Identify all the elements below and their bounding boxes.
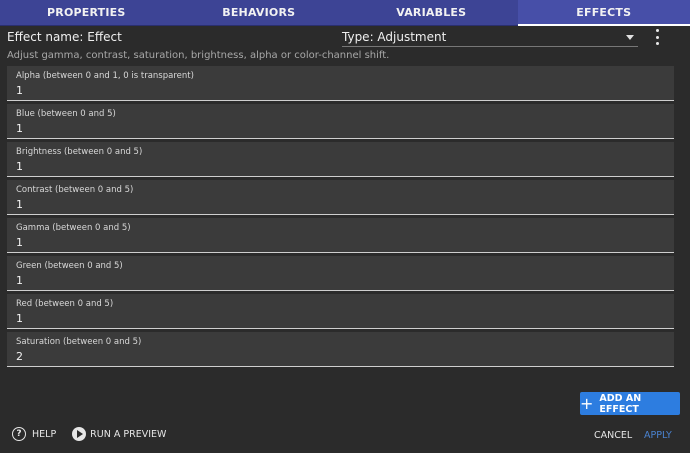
red-field[interactable]: Red (between 0 and 5) 1 [7,294,674,329]
field-value[interactable]: 2 [16,350,23,363]
help-circle-icon[interactable]: ? [12,427,26,441]
saturation-field[interactable]: Saturation (between 0 and 5) 2 [7,332,674,367]
tab-effects[interactable]: EFFECTS [517,0,690,26]
field-value[interactable]: 1 [16,198,23,211]
cancel-button[interactable]: CANCEL [594,430,632,441]
add-effect-label: ADD AN EFFECT [599,392,642,415]
help-button[interactable]: HELP [32,429,56,440]
run-preview-button[interactable]: RUN A PREVIEW [90,429,166,440]
chevron-down-icon [626,35,634,40]
tab-properties[interactable]: PROPERTIES [0,0,173,25]
effect-type-select[interactable]: Type: Adjustment [342,28,638,47]
field-label: Brightness (between 0 and 5) [16,147,143,157]
plus-icon: + [580,393,594,413]
field-label: Contrast (between 0 and 5) [16,185,134,195]
field-label: Gamma (between 0 and 5) [16,223,131,233]
tab-variables[interactable]: VARIABLES [345,0,518,25]
blue-field[interactable]: Blue (between 0 and 5) 1 [7,104,674,139]
footer-left: ? HELP RUN A PREVIEW [12,427,166,441]
field-label: Green (between 0 and 5) [16,261,123,271]
tab-behaviors[interactable]: BEHAVIORS [173,0,346,25]
gamma-field[interactable]: Gamma (between 0 and 5) 1 [7,218,674,253]
effect-type-value: Type: Adjustment [342,30,447,44]
field-value[interactable]: 1 [16,84,23,97]
apply-button[interactable]: APPLY [644,430,672,441]
brightness-field[interactable]: Brightness (between 0 and 5) 1 [7,142,674,177]
effect-description: Adjust gamma, contrast, saturation, brig… [7,50,390,61]
field-label: Red (between 0 and 5) [16,299,114,309]
field-value[interactable]: 1 [16,274,23,287]
play-circle-icon[interactable] [72,427,87,441]
field-value[interactable]: 1 [16,236,23,249]
contrast-field[interactable]: Contrast (between 0 and 5) 1 [7,180,674,215]
tab-bar: PROPERTIES BEHAVIORS VARIABLES EFFECTS [0,0,690,26]
field-label: Blue (between 0 and 5) [16,109,116,119]
more-vert-icon[interactable] [650,29,664,45]
effect-name-field[interactable]: Effect name: Effect [7,28,257,46]
field-value[interactable]: 1 [16,160,23,173]
green-field[interactable]: Green (between 0 and 5) 1 [7,256,674,291]
field-value[interactable]: 1 [16,312,23,325]
add-effect-button[interactable]: + ADD AN EFFECT [580,392,680,415]
effect-header: Effect name: Effect Type: Adjustment [0,25,690,47]
field-label: Alpha (between 0 and 1, 0 is transparent… [16,71,194,81]
alpha-field[interactable]: Alpha (between 0 and 1, 0 is transparent… [7,66,674,101]
field-label: Saturation (between 0 and 5) [16,337,142,347]
field-value[interactable]: 1 [16,122,23,135]
effect-parameters: Alpha (between 0 and 1, 0 is transparent… [7,66,674,370]
